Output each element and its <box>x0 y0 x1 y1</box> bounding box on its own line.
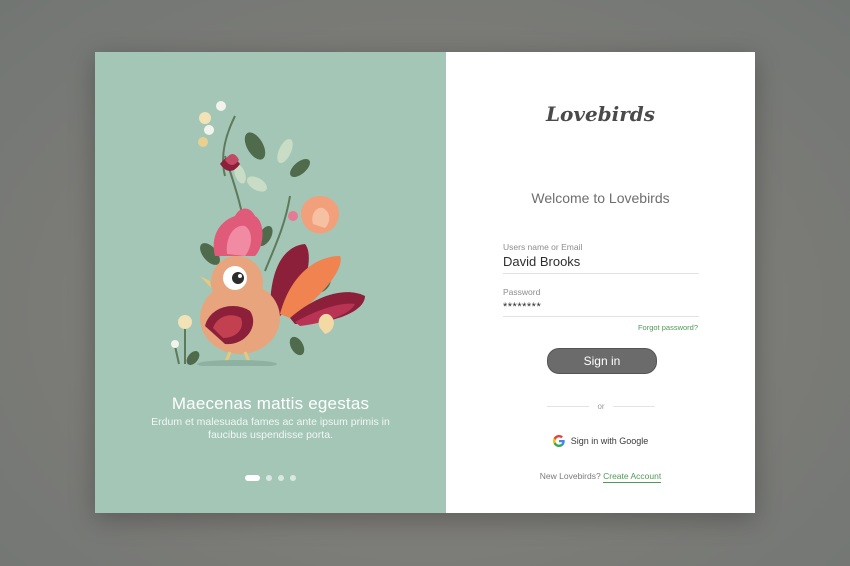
carousel-dots <box>95 475 446 481</box>
onboarding-title: Maecenas mattis egestas <box>171 394 370 413</box>
username-field[interactable]: Users name or Email David Brooks <box>503 242 699 274</box>
password-label: Password <box>503 287 541 297</box>
new-user-prompt: New Lovebirds? <box>539 471 601 481</box>
create-account-link[interactable]: Create Account <box>603 471 662 483</box>
username-label: Users name or Email <box>503 242 583 252</box>
password-input[interactable]: ******** <box>503 297 699 317</box>
bird-illustration <box>171 101 365 366</box>
google-icon <box>552 435 565 447</box>
onboarding-text: Erdum et malesuada fames ac ante ipsum p… <box>151 416 390 441</box>
google-sign-in-button[interactable]: Sign in with Google <box>446 435 755 447</box>
sign-in-button[interactable]: Sign in <box>547 348 657 374</box>
username-input[interactable]: David Brooks <box>503 252 699 274</box>
onboarding-panel: Maecenas mattis egestas Erdum et malesua… <box>95 52 446 513</box>
or-divider: or <box>547 402 655 411</box>
forgot-password-link[interactable]: Forgot password? <box>638 323 698 332</box>
login-panel: Lovebirds Welcome to Lovebirds Users nam… <box>446 52 755 513</box>
password-field[interactable]: Password ******** <box>503 287 699 317</box>
welcome-heading: Welcome to Lovebirds <box>531 190 670 206</box>
divider-line <box>547 406 590 407</box>
google-sign-in-label: Sign in with Google <box>570 436 649 446</box>
carousel-dot-2[interactable] <box>266 475 272 481</box>
carousel-dot-4[interactable] <box>290 475 296 481</box>
create-account-row: New Lovebirds? Create Account <box>446 471 755 483</box>
brand-logo: Lovebirds <box>545 102 656 126</box>
divider-line <box>612 406 655 407</box>
or-label: or <box>597 402 605 411</box>
login-card: Maecenas mattis egestas Erdum et malesua… <box>95 52 755 513</box>
carousel-dot-3[interactable] <box>278 475 284 481</box>
carousel-dot-1[interactable] <box>245 475 260 481</box>
